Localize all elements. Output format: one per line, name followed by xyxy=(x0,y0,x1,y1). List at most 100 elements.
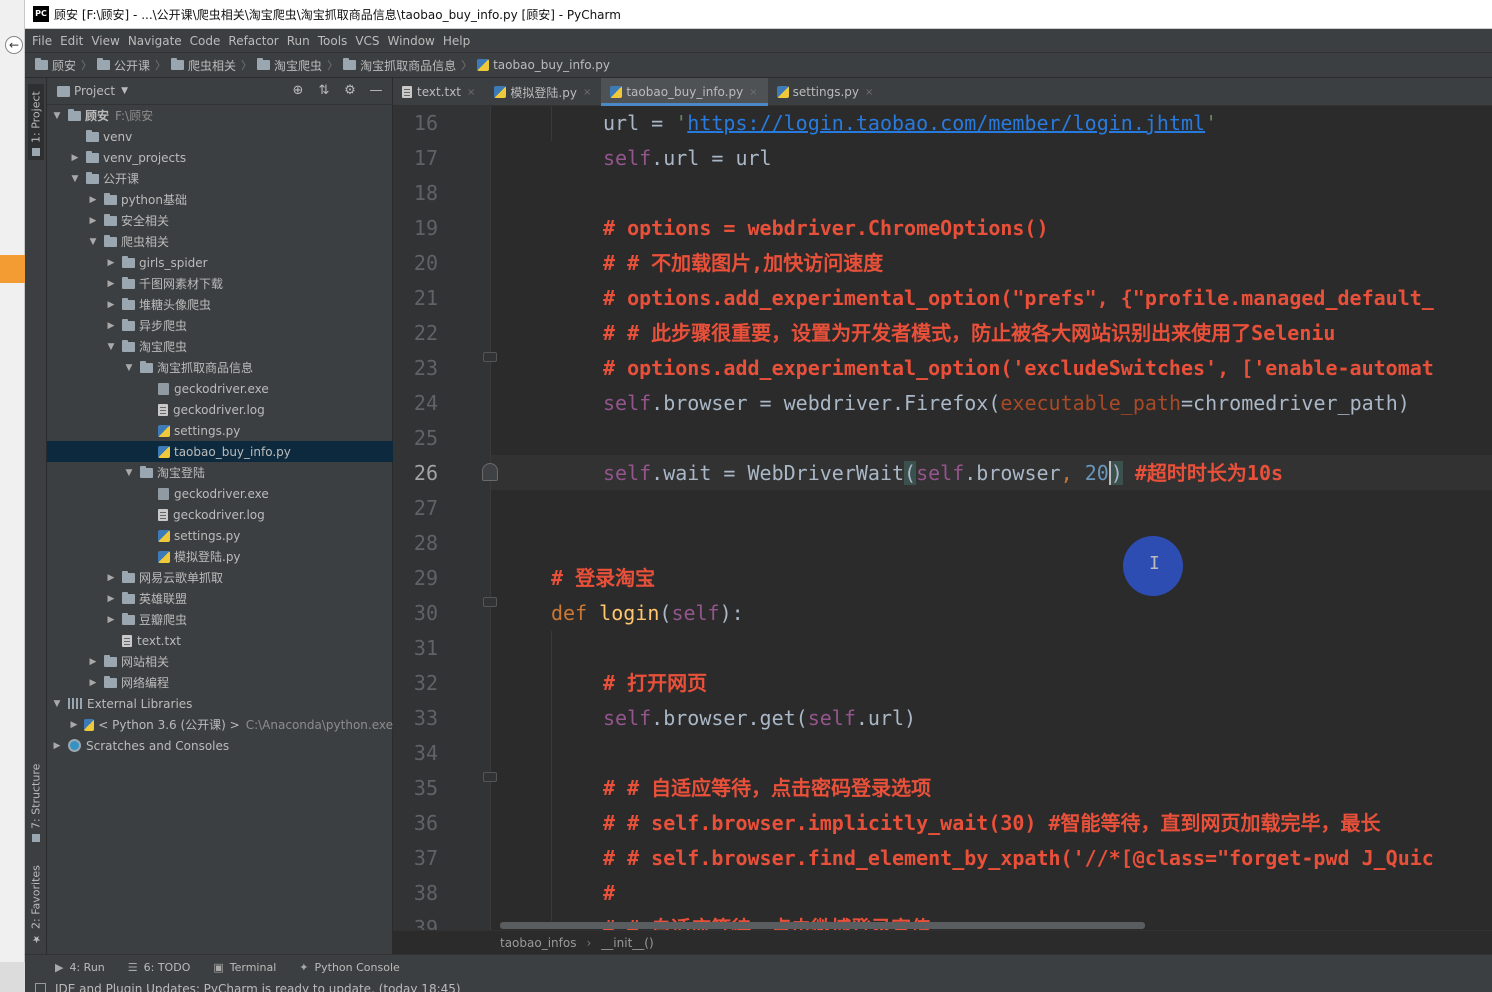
breadcrumb-item[interactable]: 顾安 xyxy=(35,57,76,74)
tree-item[interactable]: ▶venv xyxy=(47,126,393,147)
triangle-right-icon[interactable]: ▶ xyxy=(104,594,118,604)
tree-item[interactable]: ▶ 堆糖头像爬虫 xyxy=(47,294,393,315)
tool-tab-structure[interactable]: 7: Structure xyxy=(28,762,44,846)
tree-item[interactable]: ▶geckodriver.log xyxy=(47,399,393,420)
tree-item[interactable]: ▶geckodriver.exe xyxy=(47,483,393,504)
status-message[interactable]: IDE and Plugin Updates: PyCharm is ready… xyxy=(55,982,461,992)
bottom-tool-terminal[interactable]: ▣ Terminal xyxy=(213,961,276,974)
close-icon[interactable]: × xyxy=(583,87,591,98)
tree-item[interactable]: ▼ 爬虫相关 xyxy=(47,231,393,252)
editor-breadcrumb-method[interactable]: __init__() xyxy=(601,936,653,950)
close-icon[interactable]: × xyxy=(865,87,873,98)
gear-icon[interactable]: ⚙ xyxy=(342,83,358,99)
menu-code[interactable]: Code xyxy=(189,34,228,48)
tree-item[interactable]: ▼ External Libraries xyxy=(47,693,393,714)
tree-item[interactable]: ▶ 豆瓣爬虫 xyxy=(47,609,393,630)
tree-item[interactable]: ▼ 淘宝登陆 xyxy=(47,462,393,483)
project-panel-title[interactable]: Project xyxy=(74,84,115,98)
triangle-down-icon[interactable]: ▼ xyxy=(68,174,82,184)
triangle-down-icon[interactable]: ▼ xyxy=(50,111,64,121)
menu-window[interactable]: Window xyxy=(387,34,442,48)
triangle-right-icon[interactable]: ▶ xyxy=(104,258,118,268)
locate-icon[interactable]: ⊕ xyxy=(290,83,306,99)
tree-item[interactable]: ▶geckodriver.log xyxy=(47,504,393,525)
triangle-right-icon[interactable]: ▶ xyxy=(86,678,100,688)
tree-item[interactable]: ▶ girls_spider xyxy=(47,252,393,273)
fold-marker-icon[interactable] xyxy=(483,352,497,362)
tool-tab-project[interactable]: 1: Project xyxy=(28,84,44,160)
triangle-right-icon[interactable]: ▶ xyxy=(86,216,100,226)
triangle-right-icon[interactable]: ▶ xyxy=(104,279,118,289)
back-arrow-icon[interactable]: ← xyxy=(5,36,23,54)
menu-file[interactable]: File xyxy=(31,34,59,48)
tree-item[interactable]: ▶ Scratches and Consoles xyxy=(47,735,393,756)
bottom-tool-run[interactable]: ▶ 4: Run xyxy=(55,961,105,974)
menu-view[interactable]: View xyxy=(90,34,126,48)
tree-item[interactable]: ▶ 千图网素材下载 xyxy=(47,273,393,294)
menu-navigate[interactable]: Navigate xyxy=(127,34,189,48)
tree-item[interactable]: ▶geckodriver.exe xyxy=(47,378,393,399)
triangle-down-icon[interactable]: ▼ xyxy=(122,363,136,373)
triangle-right-icon[interactable]: ▶ xyxy=(68,153,82,163)
breadcrumb-item[interactable]: 淘宝抓取商品信息 xyxy=(343,57,456,74)
menu-help[interactable]: Help xyxy=(442,34,477,48)
tree-item[interactable]: ▶ 网站相关 xyxy=(47,651,393,672)
menu-refactor[interactable]: Refactor xyxy=(227,34,285,48)
tree-item[interactable]: ▶模拟登陆.py xyxy=(47,546,393,567)
breadcrumb-item[interactable]: taobao_buy_info.py xyxy=(477,58,610,72)
tree-item[interactable]: ▶settings.py xyxy=(47,420,393,441)
triangle-right-icon[interactable]: ▶ xyxy=(104,615,118,625)
close-icon[interactable]: × xyxy=(749,87,757,98)
triangle-right-icon[interactable]: ▶ xyxy=(104,321,118,331)
tree-item[interactable]: ▶ 安全相关 xyxy=(47,210,393,231)
editor-tab[interactable]: text.txt × xyxy=(393,78,485,106)
triangle-down-icon[interactable]: ▼ xyxy=(86,237,100,247)
tree-item[interactable]: ▶ python基础 xyxy=(47,189,393,210)
hide-panel-icon[interactable]: — xyxy=(368,83,384,99)
bottom-tool-todo[interactable]: ☰ 6: TODO xyxy=(128,961,191,974)
editor-tab[interactable]: settings.py × xyxy=(768,78,884,106)
triangle-down-icon[interactable]: ▼ xyxy=(50,699,64,709)
breadcrumb-item[interactable]: 爬虫相关 xyxy=(171,57,236,74)
editor-tab[interactable]: taobao_buy_info.py × xyxy=(601,78,768,106)
menu-vcs[interactable]: VCS xyxy=(354,34,386,48)
triangle-right-icon[interactable]: ▶ xyxy=(86,657,100,667)
bottom-tool-python-console[interactable]: ✦ Python Console xyxy=(299,961,400,974)
triangle-down-icon[interactable]: ▼ xyxy=(104,342,118,352)
collapse-all-icon[interactable]: ⇅ xyxy=(316,83,332,99)
tree-item[interactable]: ▶ venv_projects xyxy=(47,147,393,168)
tree-item[interactable]: ▶ 网络编程 xyxy=(47,672,393,693)
login-url-link[interactable]: https://login.taobao.com/member/login.jh… xyxy=(687,111,1205,135)
editor-tab[interactable]: 模拟登陆.py × xyxy=(485,78,601,106)
triangle-right-icon[interactable]: ▶ xyxy=(68,720,80,730)
triangle-right-icon[interactable]: ▶ xyxy=(104,300,118,310)
tree-item[interactable]: ▶settings.py xyxy=(47,525,393,546)
code-editor[interactable]: 16 17 18 19 20 21 22 23 24 25 26 27 28 29 30 31 32 33 34 35… xyxy=(393,106,1492,930)
tree-item[interactable]: ▶ < Python 3.6 (公开课) > C:\Anaconda\python.… xyxy=(47,714,393,735)
breadcrumb-item[interactable]: 公开课 xyxy=(97,57,150,74)
editor-breadcrumb-class[interactable]: taobao_infos xyxy=(500,936,576,950)
triangle-down-icon[interactable]: ▼ xyxy=(122,468,136,478)
menu-run[interactable]: Run xyxy=(286,34,317,48)
status-toggle-icon[interactable] xyxy=(35,983,46,992)
tree-item[interactable]: ▶taobao_buy_info.py xyxy=(47,441,393,462)
triangle-right-icon[interactable]: ▶ xyxy=(86,195,100,205)
menu-tools[interactable]: Tools xyxy=(317,34,355,48)
tree-item[interactable]: ▼ 淘宝爬虫 xyxy=(47,336,393,357)
tree-item[interactable]: ▶ 异步爬虫 xyxy=(47,315,393,336)
close-icon[interactable]: × xyxy=(467,87,475,98)
tool-tab-favorites[interactable]: ★ 2: Favorites xyxy=(28,864,44,948)
chevron-down-icon[interactable]: ▼ xyxy=(121,86,128,96)
tree-item[interactable]: ▶ 英雄联盟 xyxy=(47,588,393,609)
tree-item[interactable]: ▶ 网易云歌单抓取 xyxy=(47,567,393,588)
tree-item[interactable]: ▼ 公开课 xyxy=(47,168,393,189)
breadcrumb-item[interactable]: 淘宝爬虫 xyxy=(257,57,322,74)
triangle-right-icon[interactable]: ▶ xyxy=(104,573,118,583)
triangle-right-icon[interactable]: ▶ xyxy=(50,741,64,751)
fold-marker-icon[interactable] xyxy=(483,597,497,607)
horizontal-scrollbar[interactable] xyxy=(500,922,1145,929)
breakpoint-marker-icon[interactable] xyxy=(482,463,498,481)
tree-item[interactable]: ▼ 淘宝抓取商品信息 xyxy=(47,357,393,378)
tree-item[interactable]: ▶text.txt xyxy=(47,630,393,651)
fold-marker-icon[interactable] xyxy=(483,772,497,782)
